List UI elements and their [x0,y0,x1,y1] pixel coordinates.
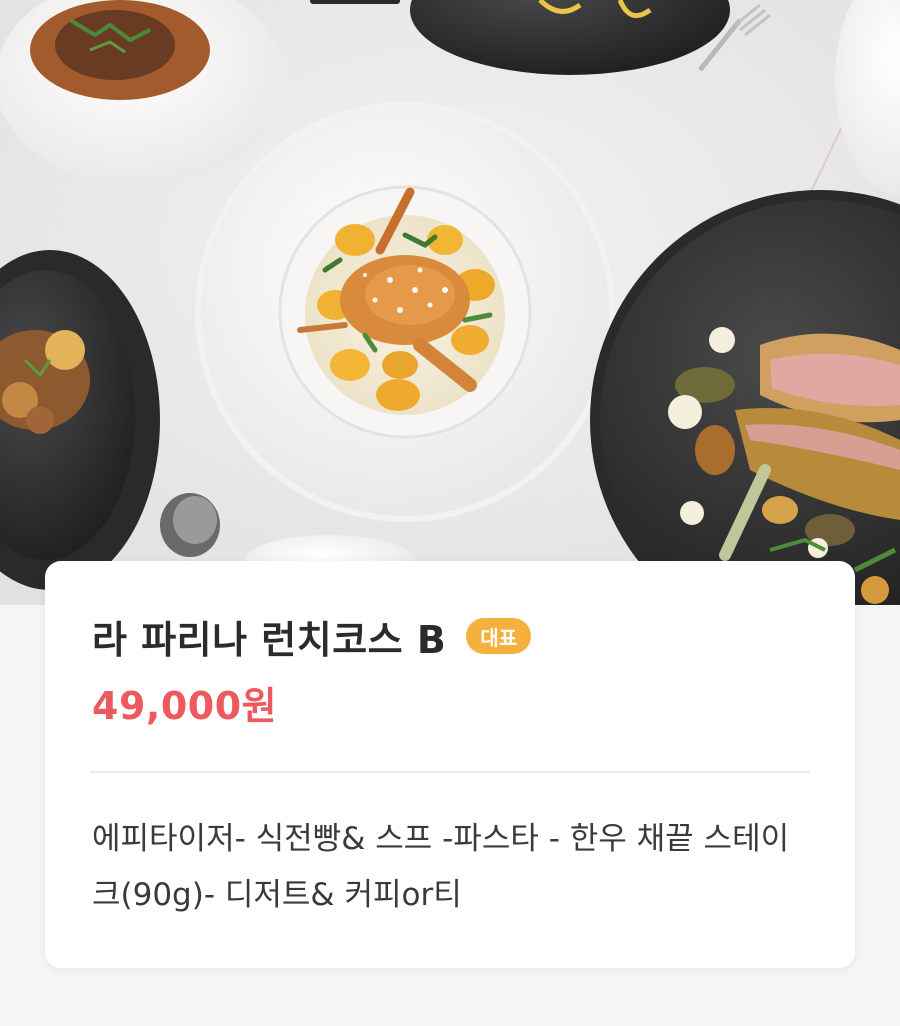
top-indicator [310,0,400,4]
representative-badge: 대표 [466,618,532,654]
food-photo-icon [0,0,900,605]
menu-info-card[interactable]: 라 파리나 런치코스 B 대표 49,000원 에피타이저- 식전빵& 스프 -… [45,561,855,968]
menu-photo [0,0,900,605]
menu-title: 라 파리나 런치코스 B [92,617,447,662]
menu-description: 에피타이저- 식전빵& 스프 -파스타 - 한우 채끝 스테이크(90g)- 디… [92,821,790,913]
menu-price: 49,000원 [92,684,278,728]
divider [90,771,810,773]
title-row: 라 파리나 런치코스 B 대표 [92,611,532,662]
menu-detail-screen: 라 파리나 런치코스 B 대표 49,000원 에피타이저- 식전빵& 스프 -… [0,0,900,1026]
